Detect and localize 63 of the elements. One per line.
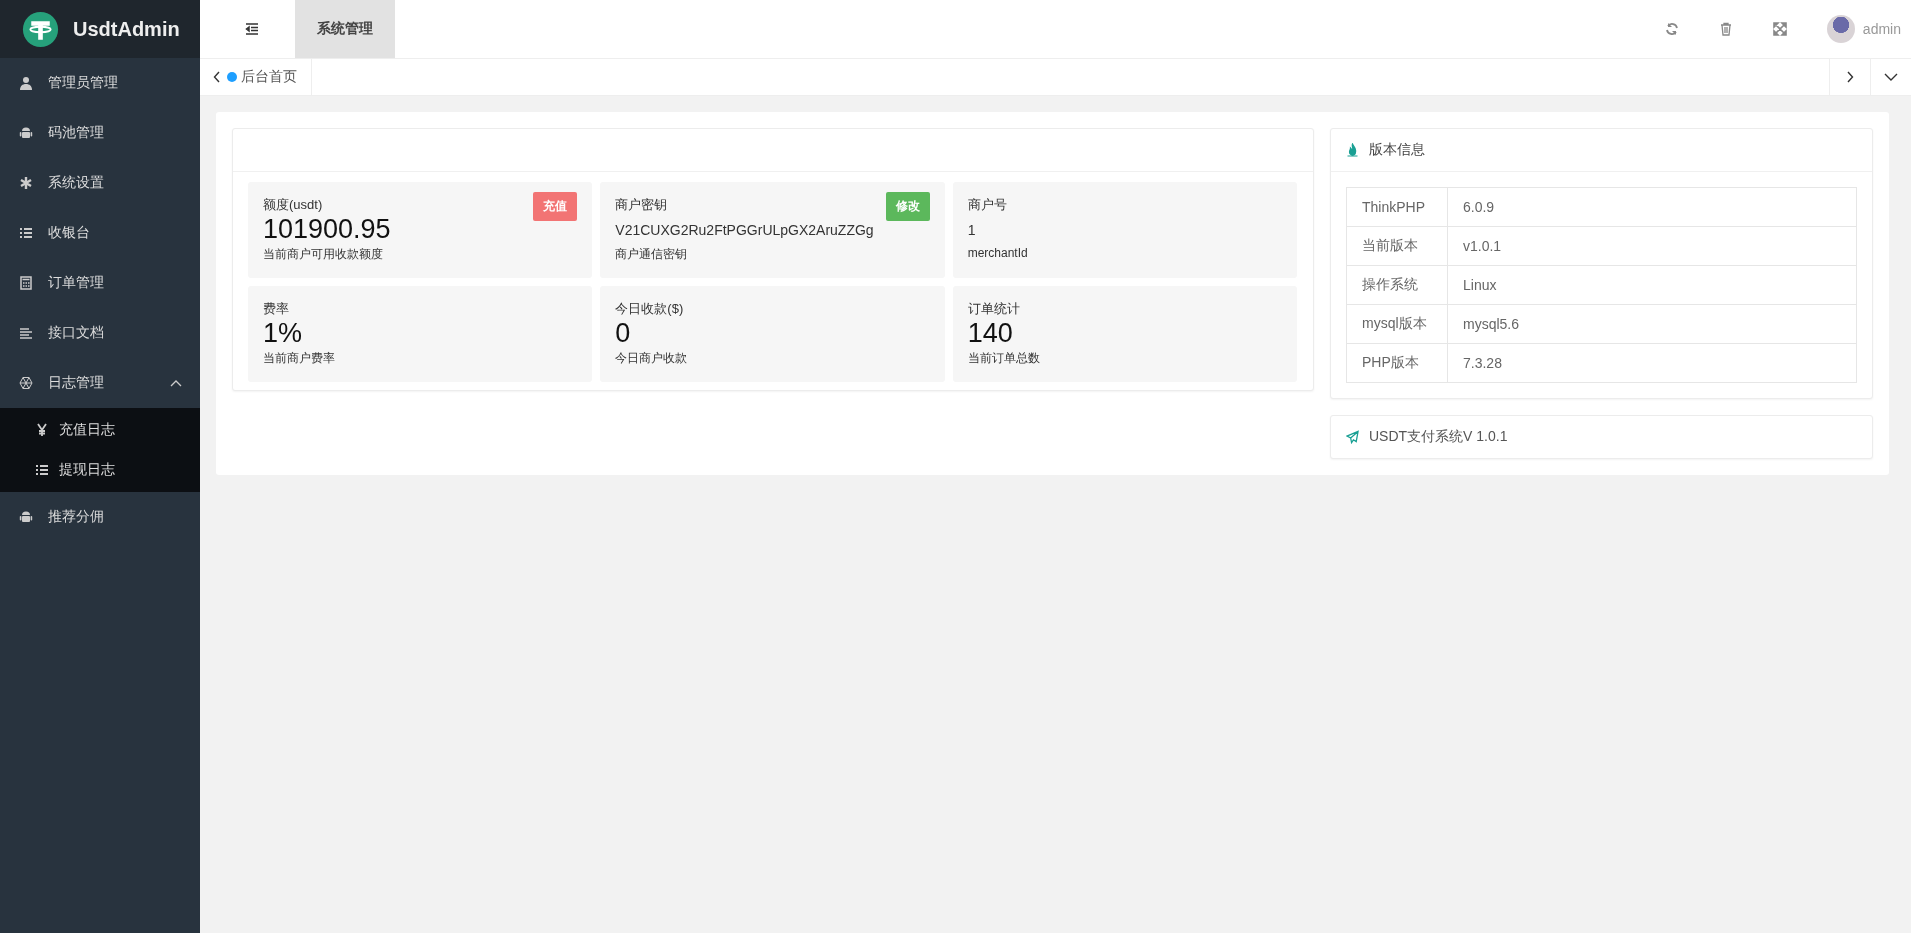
calculator-icon [19,276,33,290]
refresh-icon[interactable] [1664,22,1679,36]
logo-icon [22,10,59,48]
menu-item[interactable]: 推荐分佣 [0,492,200,542]
header-tab[interactable]: 系统管理 [295,0,395,58]
submenu-item[interactable]: 提现日志 [0,450,200,490]
align-left-icon [19,326,33,340]
table-cell: mysql5.6 [1447,304,1857,344]
card-title: 版本信息 [1369,141,1425,159]
stat-value: V21CUXG2Ru2FtPGGrULpGX2AruZZGg [615,221,875,240]
asterisk-icon [19,176,33,190]
table-cell: PHP版本 [1346,343,1448,383]
avatar-icon[interactable] [1826,15,1855,43]
submenu-item[interactable]: 充值日志 [0,410,200,450]
flame-icon [1346,143,1359,157]
stat-value: 101900.95 [263,214,392,244]
stat-label: 订单统计 [967,300,1020,318]
menu-item[interactable]: 系统设置 [0,158,200,208]
stat-label: 额度(usdt) [263,196,323,214]
table-cell: v1.0.1 [1447,226,1857,266]
menu-item[interactable]: 接口文档 [0,308,200,358]
stat-caption: merchantId [967,246,1029,260]
menu-item[interactable]: 订单管理 [0,258,200,308]
table-cell: ThinkPHP [1346,187,1448,227]
list-icon [35,463,49,477]
stat-caption: 今日商户收款 [615,350,689,367]
stat-value: 140 [967,318,1014,348]
table-cell: 操作系统 [1346,265,1448,305]
menu-item[interactable]: 日志管理 [0,358,200,408]
page-tab[interactable]: 后台首页 [227,59,312,95]
menu-toggle-icon[interactable] [245,23,259,35]
table-cell: 7.3.28 [1447,343,1857,383]
yen-icon [35,423,49,437]
menu-item[interactable]: 码池管理 [0,108,200,158]
brand-title: UsdtAdmin [73,17,180,41]
stat-label: 商户密钥 [615,196,668,214]
stat-caption: 当前商户可用收款额度 [263,246,384,263]
menu-item[interactable]: 管理员管理 [0,58,200,108]
stat-value: 0 [615,318,632,348]
android-icon [19,510,33,524]
table-cell: mysql版本 [1346,304,1448,344]
chevron-down-icon[interactable] [1884,73,1898,81]
stat-label: 今日收款($) [615,300,684,318]
stat-caption: 当前商户费率 [263,350,336,367]
stat-value: 1 [967,221,977,240]
table-cell: 6.0.9 [1447,187,1857,227]
stat-value: 1% [263,318,304,348]
stat-caption: 商户通信密钥 [615,246,689,263]
table-cell: Linux [1447,265,1857,305]
stat-caption: 当前订单总数 [967,350,1041,367]
hexagon-icon [19,376,33,390]
android-icon [19,126,33,140]
scroll-left-icon[interactable] [213,70,221,84]
user-icon [19,76,33,90]
trash-icon[interactable] [1718,22,1733,36]
paper-plane-icon [1346,430,1359,444]
scroll-right-icon[interactable] [1846,70,1854,84]
table-cell: 当前版本 [1346,226,1448,266]
version-text: USDT支付系统V 1.0.1 [1369,428,1508,446]
list-icon [19,226,33,240]
menu-item[interactable]: 收银台 [0,208,200,258]
stat-label: 商户号 [967,196,1007,214]
stat-label: 费率 [263,300,289,318]
